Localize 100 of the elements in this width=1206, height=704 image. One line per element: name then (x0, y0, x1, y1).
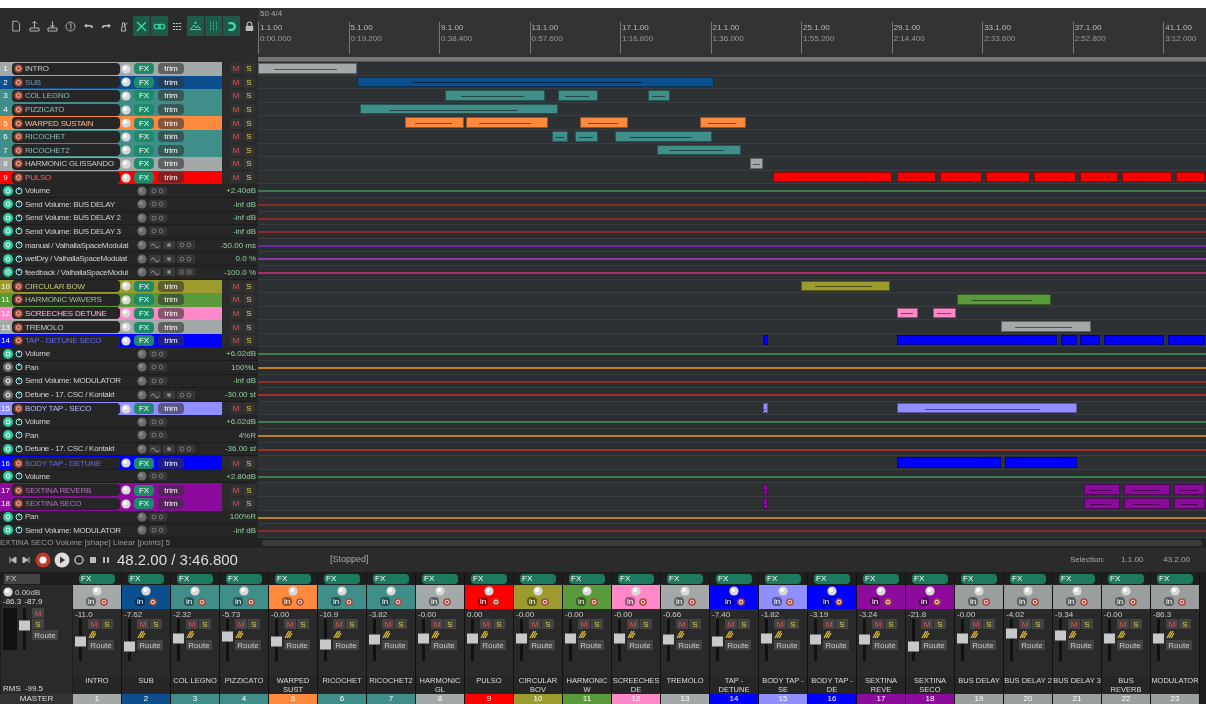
solo-button[interactable]: S (243, 131, 255, 143)
track-name[interactable]: RICOCHET2 (25, 145, 70, 155)
route-button[interactable]: Route (32, 630, 58, 640)
solo-button[interactable]: S (885, 619, 897, 629)
input-button[interactable]: in (1114, 597, 1126, 606)
route-button[interactable]: Route (1117, 640, 1143, 650)
solo-button[interactable]: S (248, 619, 260, 629)
mute-button[interactable]: M (230, 131, 242, 143)
fx-button[interactable]: FX (134, 172, 154, 184)
solo-button[interactable]: S (346, 619, 358, 629)
envelope-header[interactable]: Pan 4%R (0, 429, 258, 443)
solo-button[interactable]: S (297, 619, 309, 629)
route-button[interactable]: Route (88, 640, 114, 650)
fx-button[interactable]: FX (134, 144, 154, 156)
fx-slot[interactable]: FX (226, 573, 262, 584)
input-button[interactable]: in (134, 597, 146, 606)
route-button[interactable]: Route (333, 640, 359, 650)
input-button[interactable]: in (771, 597, 783, 606)
fx-slot[interactable]: FX (79, 573, 115, 584)
solo-button[interactable]: S (150, 619, 162, 629)
fx-slot[interactable]: FX (667, 573, 703, 584)
solo-button[interactable]: S (787, 619, 799, 629)
track-name[interactable]: CIRCULAR BOW (25, 281, 85, 291)
fx-button[interactable]: FX (134, 158, 154, 170)
input-button[interactable]: in (428, 597, 440, 606)
input-button[interactable]: in (820, 597, 832, 606)
solo-button[interactable]: S (243, 321, 255, 333)
track-name[interactable]: BODY TAP - DETUNE (25, 458, 102, 468)
solo-button[interactable]: S (243, 484, 255, 496)
fx-button[interactable]: FX (134, 63, 154, 75)
input-button[interactable]: in (330, 597, 342, 606)
fx-slot[interactable]: FX (716, 573, 752, 584)
trim-button[interactable]: trim (158, 335, 184, 347)
trim-button[interactable]: trim (158, 294, 184, 306)
input-button[interactable]: in (967, 597, 979, 606)
solo-button[interactable]: S (689, 619, 701, 629)
fx-slot[interactable]: FX (373, 573, 409, 584)
trim-button[interactable]: trim (158, 172, 184, 184)
solo-button[interactable]: S (591, 619, 603, 629)
route-button[interactable]: Route (970, 640, 996, 650)
mute-button[interactable]: M (230, 335, 242, 347)
solo-button[interactable]: S (32, 619, 44, 629)
route-button[interactable]: Route (1019, 640, 1045, 650)
track-name[interactable]: HARMONIC GLISSANDO (25, 159, 114, 169)
fx-slot[interactable]: FX (1059, 573, 1095, 584)
solo-button[interactable]: S (640, 619, 652, 629)
mute-button[interactable]: M (230, 63, 242, 75)
route-button[interactable]: Route (774, 640, 800, 650)
input-button[interactable]: in (232, 597, 244, 606)
input-button[interactable]: in (85, 597, 97, 606)
route-button[interactable]: Route (529, 640, 555, 650)
solo-button[interactable]: S (243, 335, 255, 347)
track-name[interactable]: SCREECHES DETUNE (25, 309, 107, 318)
solo-button[interactable]: S (243, 104, 255, 116)
fx-button[interactable]: FX (134, 403, 154, 415)
route-button[interactable]: Route (823, 640, 849, 650)
trim-button[interactable]: trim (158, 158, 184, 170)
fx-slot[interactable]: FX (275, 573, 311, 584)
track-name[interactable]: TREMOLO (25, 322, 64, 332)
fx-button[interactable]: FX (134, 280, 154, 292)
fx-slot[interactable]: FX (618, 573, 654, 584)
fx-slot[interactable]: FX (961, 573, 997, 584)
fx-slot[interactable]: FX (765, 573, 801, 584)
mute-button[interactable]: M (230, 76, 242, 88)
input-button[interactable]: in (869, 597, 881, 606)
trim-button[interactable]: trim (158, 403, 184, 415)
fx-button[interactable]: FX (134, 131, 154, 143)
track-name[interactable]: BODY TAP - SECO (25, 404, 92, 414)
fx-button[interactable]: FX (134, 457, 154, 469)
track-header[interactable]: 11 HARMONIC WAVERS FX trim (0, 293, 222, 307)
solo-button[interactable]: S (243, 63, 255, 75)
envelope-header[interactable]: Volume +6.02dB (0, 415, 258, 430)
solo-button[interactable]: S (1130, 619, 1142, 629)
trim-button[interactable]: trim (158, 144, 184, 156)
trim-button[interactable]: trim (158, 484, 184, 496)
route-button[interactable]: Route (284, 640, 310, 650)
solo-button[interactable]: S (243, 172, 255, 184)
route-button[interactable]: Route (137, 640, 163, 650)
track-name[interactable]: SEXTINA SECO (25, 499, 82, 509)
solo-button[interactable]: S (983, 619, 995, 629)
envelope-header[interactable]: Pan 100%L (0, 361, 258, 375)
input-button[interactable]: in (575, 597, 587, 606)
mute-button[interactable]: M (230, 457, 242, 469)
fx-slot[interactable]: FX (471, 573, 507, 584)
solo-button[interactable]: S (199, 619, 211, 629)
input-button[interactable]: in (918, 597, 930, 606)
mute-button[interactable]: M (230, 144, 242, 156)
input-button[interactable]: in (1163, 597, 1175, 606)
mute-button[interactable]: M (230, 280, 242, 292)
mute-button[interactable]: M (230, 104, 242, 116)
track-header[interactable]: 17 SEXTINA REVERB FX trim (0, 483, 222, 497)
fx-button[interactable]: FX (134, 498, 154, 510)
solo-button[interactable]: S (243, 403, 255, 415)
fx-slot[interactable]: FX (324, 573, 360, 584)
track-name[interactable]: RICOCHET (25, 132, 66, 142)
mute-button[interactable]: M (230, 90, 242, 102)
solo-button[interactable]: S (395, 619, 407, 629)
fx-slot[interactable]: FX (863, 573, 899, 584)
solo-button[interactable]: S (243, 158, 255, 170)
fx-button[interactable]: FX (134, 294, 154, 306)
